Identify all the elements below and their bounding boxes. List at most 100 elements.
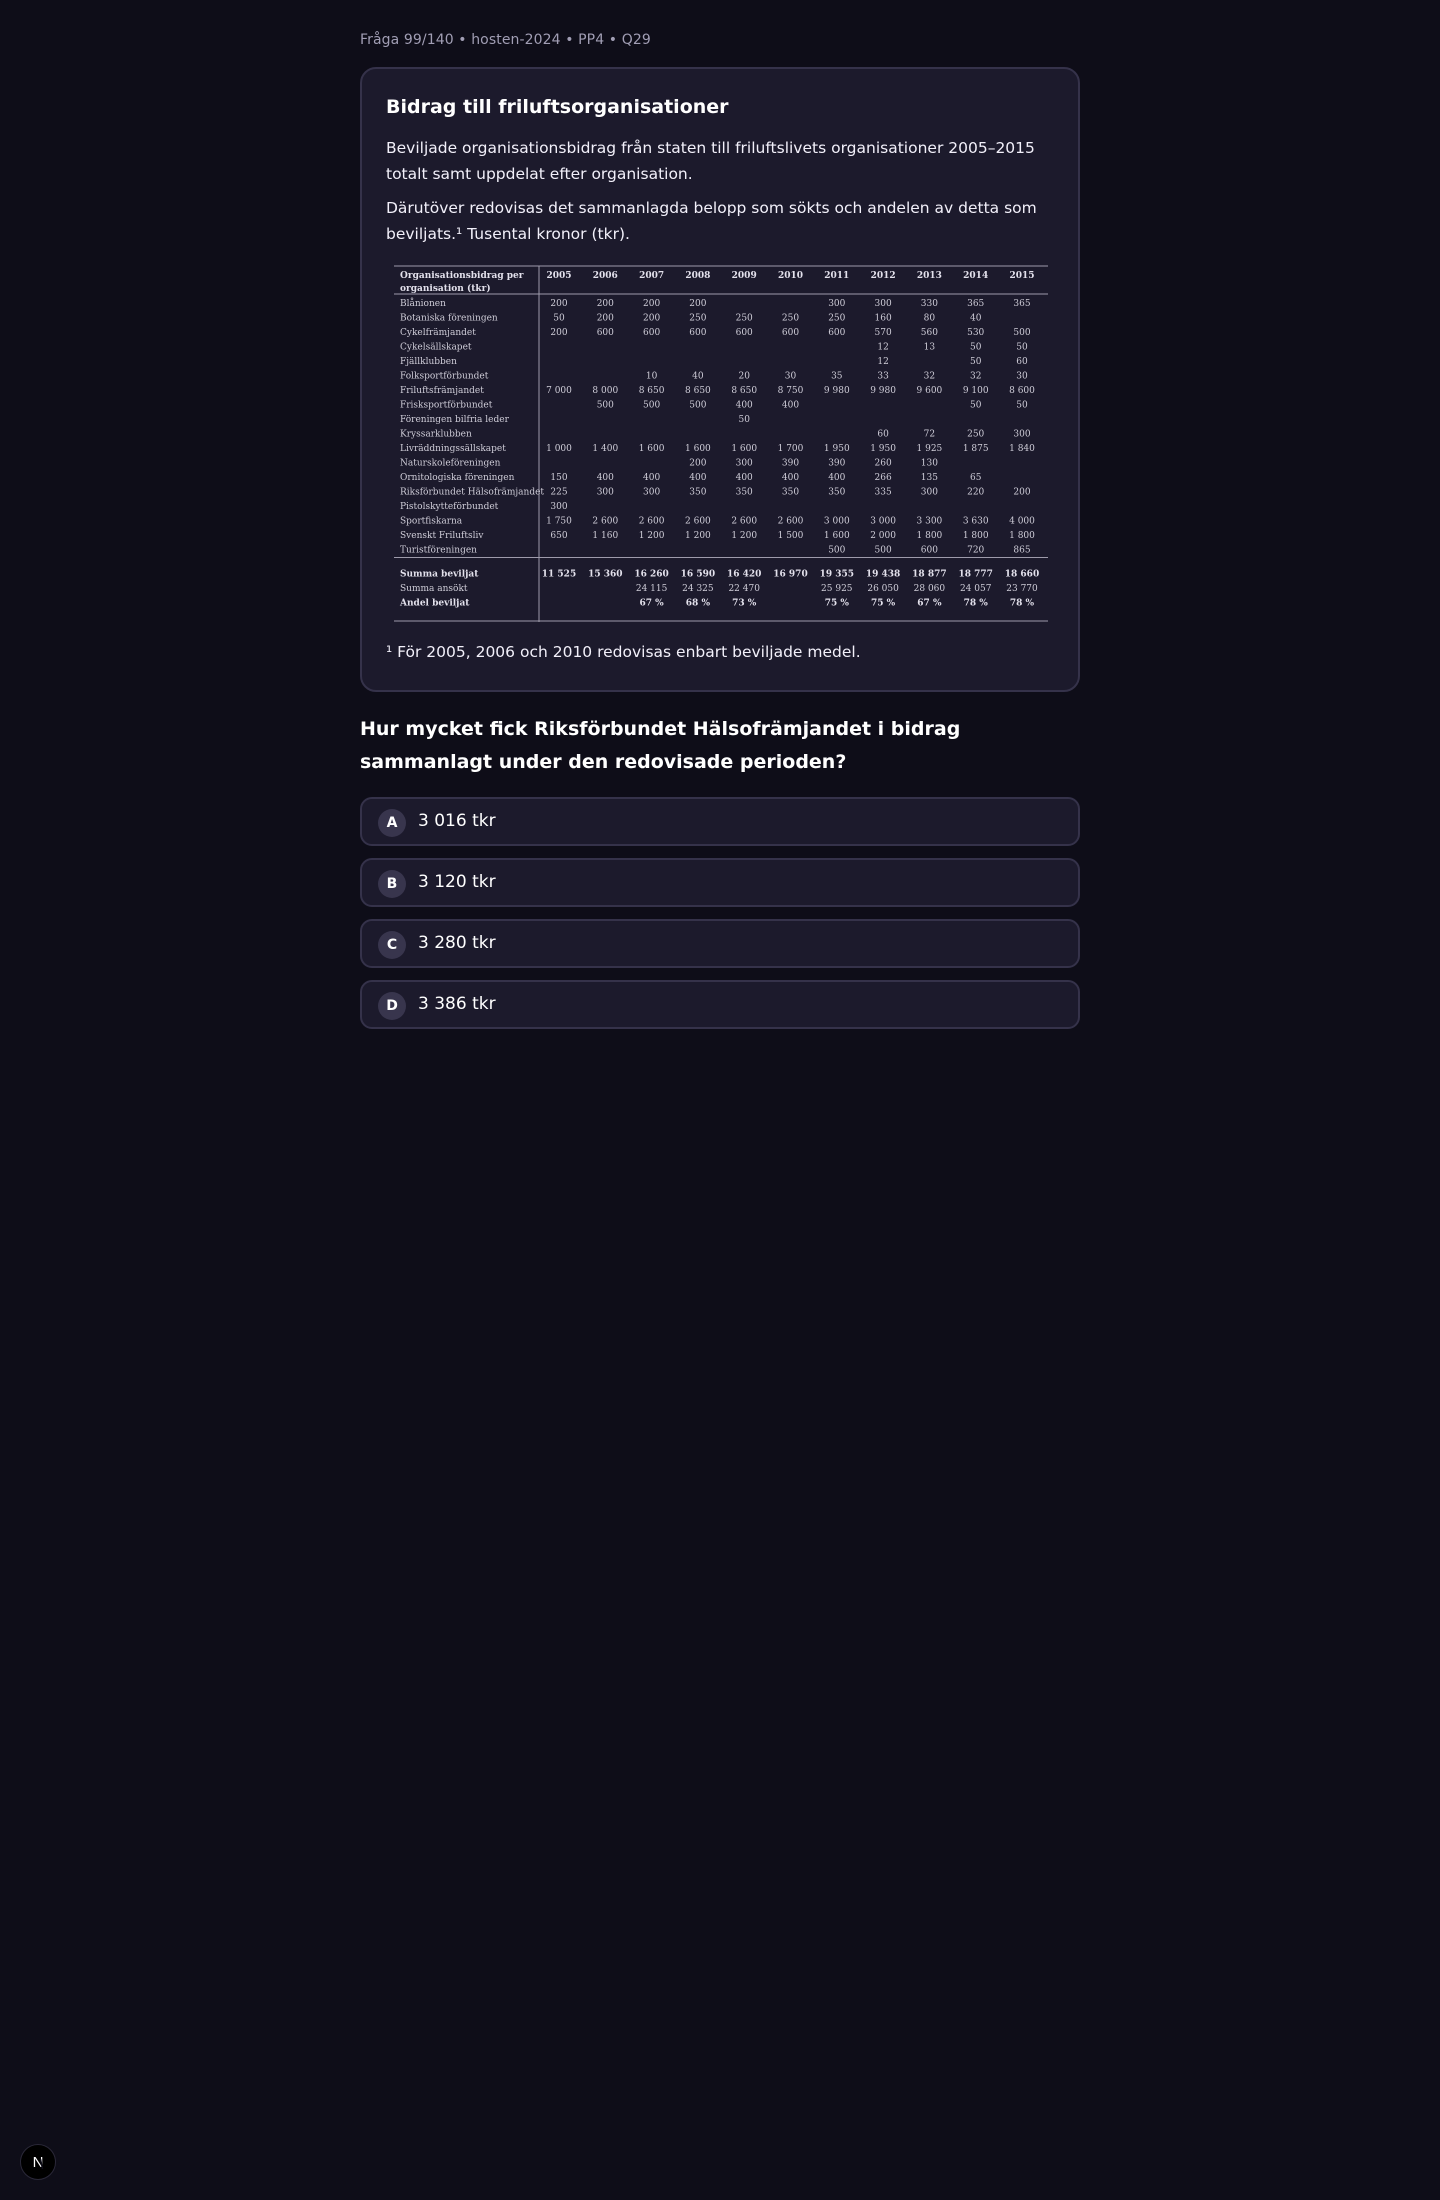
table-cell: 1 800 xyxy=(1009,531,1035,541)
table-summary-cell: 78 % xyxy=(1010,599,1035,609)
option-a[interactable]: A 3 016 tkr xyxy=(360,797,1080,846)
table-cell: 220 xyxy=(967,488,984,498)
table-cell: 300 xyxy=(597,488,614,498)
n-logo-glyph: N xyxy=(33,2154,44,2171)
table-cell: 400 xyxy=(689,473,706,483)
table-cell: 65 xyxy=(970,473,982,483)
table-cell: 50 xyxy=(738,415,750,425)
option-label: 3 386 tkr xyxy=(418,994,496,1014)
table-cell: 200 xyxy=(597,314,614,324)
table-summary-cell: 73 % xyxy=(732,599,757,609)
table-summary-cell: 24 325 xyxy=(682,584,714,594)
table-cell: 33 xyxy=(877,372,889,382)
table-cell: 250 xyxy=(967,430,984,440)
card-paragraph-1: Beviljade organisationsbidrag från state… xyxy=(386,139,1035,183)
table-summary-cell: 24 115 xyxy=(636,584,668,594)
table-cell: 8 750 xyxy=(778,386,804,396)
option-label: 3 120 tkr xyxy=(418,872,496,892)
data-table: Organisationsbidrag per organisation (tkr… xyxy=(394,265,1048,622)
table-cell: 400 xyxy=(782,401,799,411)
table-cell: 200 xyxy=(689,299,706,309)
table-cell: 8 600 xyxy=(1009,386,1035,396)
table-summary-cell: 19 355 xyxy=(820,570,854,580)
context-card: Bidrag till friluftsorganisationer Bevil… xyxy=(360,67,1080,692)
table-summary-cell: 22 470 xyxy=(728,584,760,594)
table-summary-label: Andel beviljat xyxy=(399,599,470,609)
table-cell: 365 xyxy=(967,299,984,309)
table-summary-cell: 18 777 xyxy=(958,570,992,580)
option-label: 3 280 tkr xyxy=(418,933,496,953)
option-letter: C xyxy=(378,931,406,959)
table-summary-cell: 75 % xyxy=(871,599,896,609)
table-summary-cell: 16 260 xyxy=(634,570,668,580)
table-cell: 350 xyxy=(736,488,753,498)
table-year-header: 2010 xyxy=(778,271,803,281)
table-year-header: 2014 xyxy=(963,271,988,281)
next-logo-icon[interactable]: N xyxy=(20,2144,56,2180)
table-cell: 20 xyxy=(738,372,750,382)
table-cell: 8 650 xyxy=(639,386,665,396)
table-summary-cell: 26 050 xyxy=(867,584,899,594)
table-cell: 200 xyxy=(597,299,614,309)
table-row-label: Turistföreningen xyxy=(400,546,477,556)
table-cell: 60 xyxy=(1016,357,1028,367)
table-summary-cell: 68 % xyxy=(686,599,711,609)
table-cell: 250 xyxy=(828,314,845,324)
table-cell: 9 980 xyxy=(870,386,896,396)
table-cell: 1 000 xyxy=(546,444,572,454)
table-summary-label: Summa ansökt xyxy=(400,584,468,594)
table-cell: 10 xyxy=(646,372,658,382)
table-cell: 300 xyxy=(736,459,753,469)
table-cell: 570 xyxy=(875,328,892,338)
table-cell: 1 600 xyxy=(639,444,665,454)
footnote: ¹ För 2005, 2006 och 2010 redovisas enba… xyxy=(386,643,861,661)
table-cell: 266 xyxy=(875,473,892,483)
table-year-header: 2011 xyxy=(824,271,849,281)
table-cell: 1 500 xyxy=(778,531,804,541)
data-table-image: Organisationsbidrag per organisation (tkr… xyxy=(394,265,1048,623)
table-summary-cell: 25 925 xyxy=(821,584,853,594)
table-cell: 1 750 xyxy=(546,517,572,527)
table-cell: 250 xyxy=(689,314,706,324)
table-cell: 500 xyxy=(875,546,892,556)
table-cell: 1 160 xyxy=(592,531,618,541)
table-cell: 3 630 xyxy=(963,517,989,527)
table-row-label: Riksförbundet Hälsofrämjandet xyxy=(400,488,544,498)
table-cell: 330 xyxy=(921,299,938,309)
table-cell: 9 980 xyxy=(824,386,850,396)
table-cell: 40 xyxy=(970,314,982,324)
option-letter: B xyxy=(378,870,406,898)
table-cell: 350 xyxy=(828,488,845,498)
table-cell: 2 600 xyxy=(639,517,665,527)
table-summary-cell: 16 590 xyxy=(681,570,715,580)
table-cell: 200 xyxy=(550,299,567,309)
table-cell: 300 xyxy=(828,299,845,309)
table-cell: 1 400 xyxy=(592,444,618,454)
table-row-label: Blånionen xyxy=(400,297,446,309)
table-cell: 8 650 xyxy=(685,386,711,396)
table-cell: 500 xyxy=(643,401,660,411)
table-cell: 8 000 xyxy=(592,386,618,396)
table-cell: 3 000 xyxy=(824,517,850,527)
table-cell: 1 840 xyxy=(1009,444,1035,454)
option-c[interactable]: C 3 280 tkr xyxy=(360,919,1080,968)
table-cell: 50 xyxy=(1016,401,1028,411)
table-cell: 32 xyxy=(924,372,935,382)
table-cell: 12 xyxy=(877,343,888,353)
table-cell: 300 xyxy=(921,488,938,498)
option-b[interactable]: B 3 120 tkr xyxy=(360,858,1080,907)
table-cell: 365 xyxy=(1013,299,1030,309)
option-label: 3 016 tkr xyxy=(418,811,496,831)
table-cell: 1 950 xyxy=(824,444,850,454)
table-summary-cell: 67 % xyxy=(917,599,942,609)
page: Fråga 99/140 • hosten-2024 • PP4 • Q29 B… xyxy=(0,0,1440,2200)
table-cell: 35 xyxy=(831,372,843,382)
table-cell: 260 xyxy=(875,459,892,469)
option-d[interactable]: D 3 386 tkr xyxy=(360,980,1080,1029)
table-cell: 400 xyxy=(736,401,753,411)
table-summary-cell: 18 877 xyxy=(912,570,946,580)
table-cell: 600 xyxy=(643,328,660,338)
table-cell: 560 xyxy=(921,328,938,338)
table-summary-cell: 15 360 xyxy=(588,570,622,580)
table-cell: 2 600 xyxy=(685,517,711,527)
